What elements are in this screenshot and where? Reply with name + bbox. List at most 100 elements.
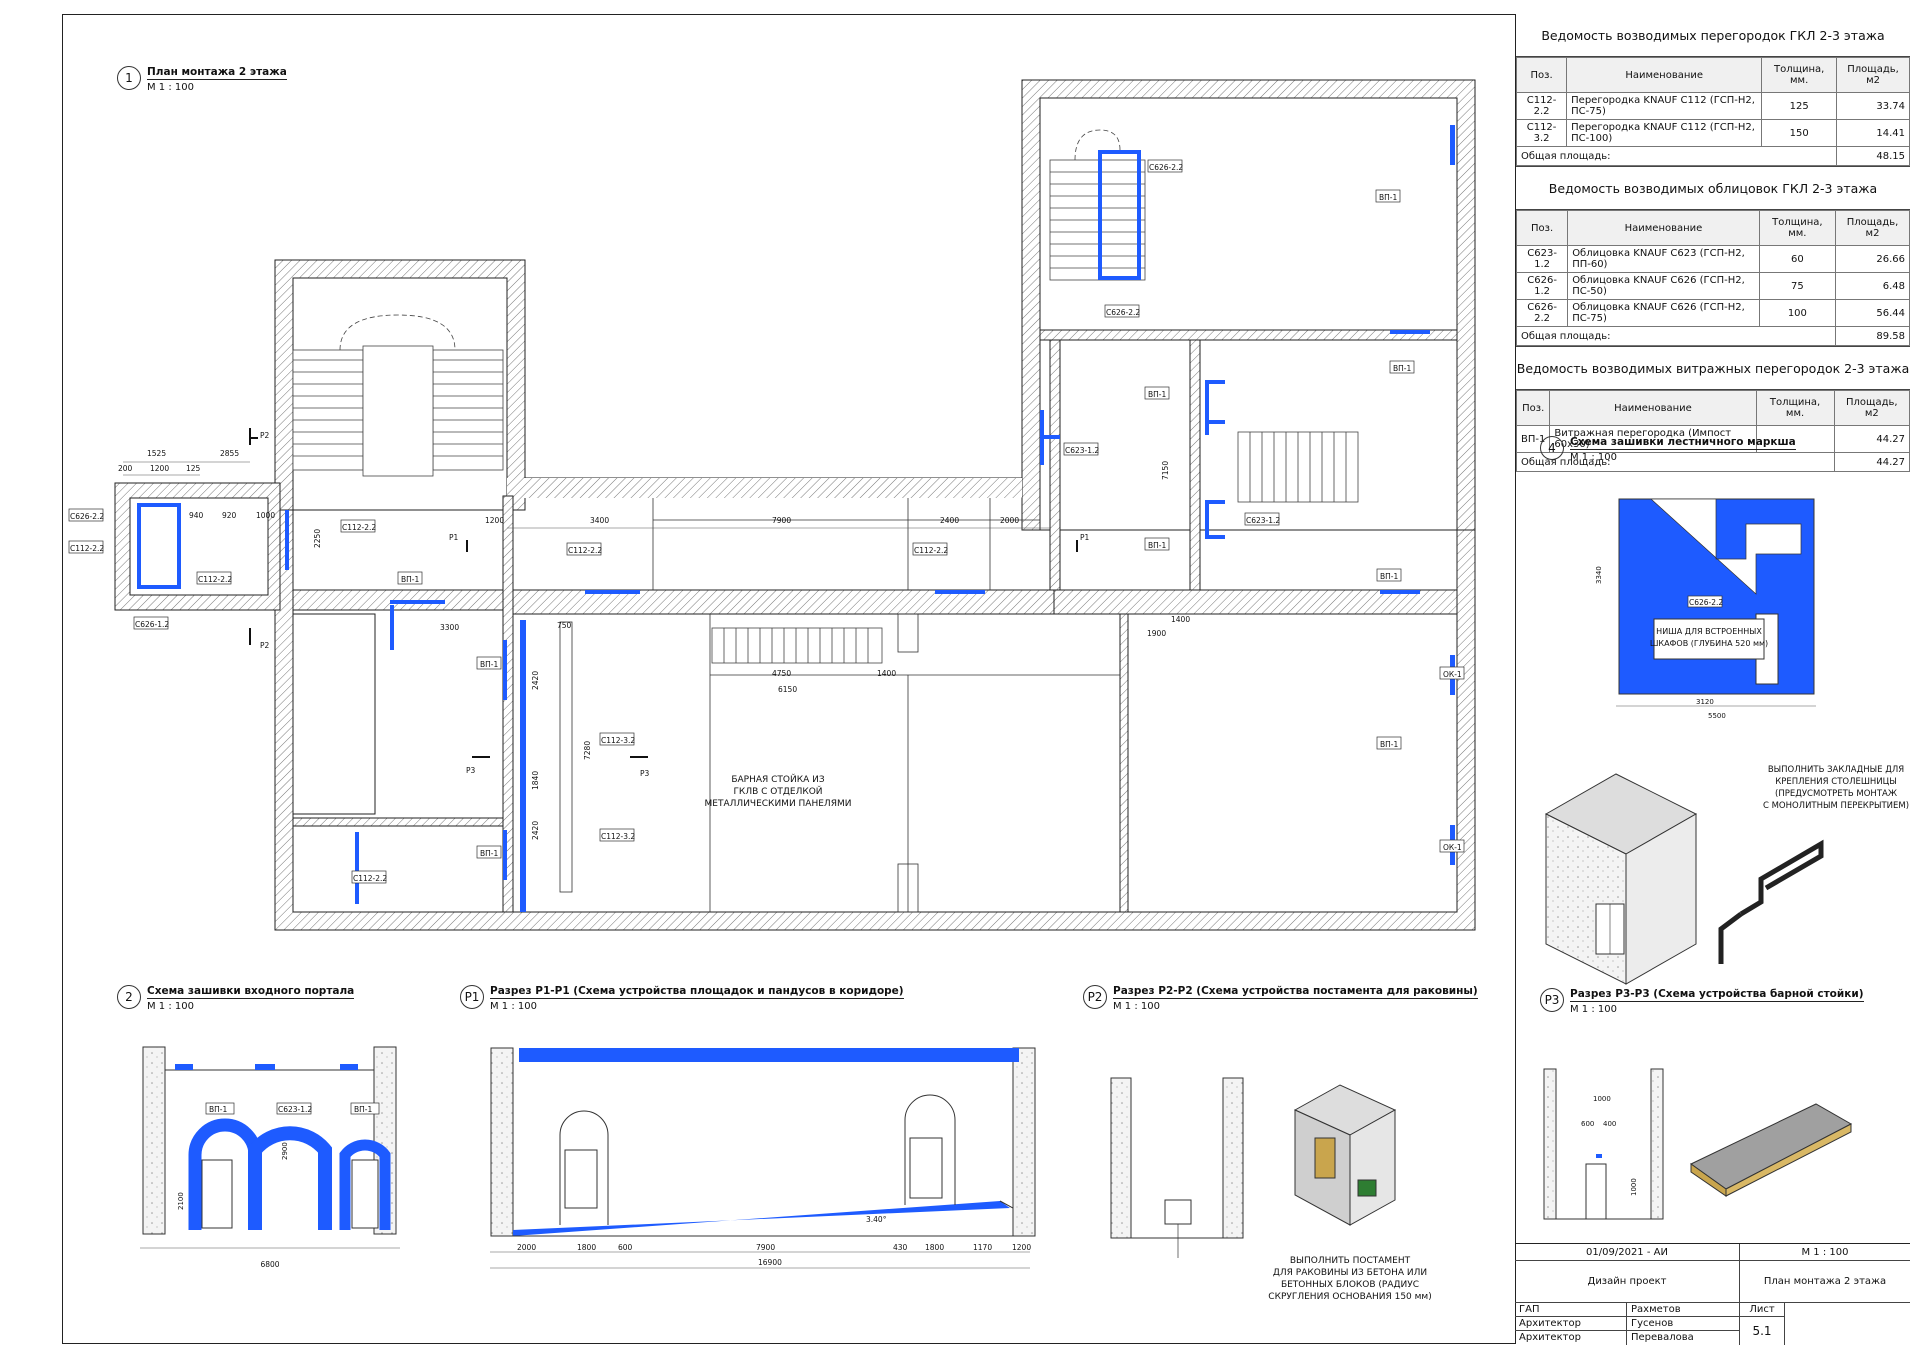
tag-vp1-h: ВП-1 (1380, 740, 1398, 749)
stair-middle (1237, 431, 1359, 503)
dim-2420b: 2420 (531, 821, 540, 840)
tag-c112-32-a: С112-3.2 (601, 736, 635, 745)
p1-dim-c: 600 (618, 1243, 633, 1252)
dim-2400: 2400 (940, 516, 959, 525)
table-row: С626-2.2 Облицовка KNAUF С626 (ГСП-Н2, ПС… (1515, 299, 1911, 327)
dim-7150: 7150 (1161, 461, 1170, 480)
tag-vp1-g: ВП-1 (1380, 572, 1398, 581)
stamp-gap-name: Рахметов (1627, 1303, 1740, 1317)
stamp-arch2-name: Перевалова (1627, 1331, 1740, 1345)
portal-view: 6800 2900 2100 ВП-1 С623-1.2 ВП-1 (140, 1046, 400, 1269)
dim-3400: 3400 (590, 516, 609, 525)
dim-2855: 2855 (220, 449, 239, 458)
panel-drawings: НИША ДЛЯ ВСТРОЕННЫХ ШКАФОВ (ГЛУБИНА 520 … (1543, 498, 1909, 1220)
postament-note: ВЫПОЛНИТЬ ПОСТАМЕНТ ДЛЯ РАКОВИНЫ ИЗ БЕТО… (1268, 1256, 1431, 1302)
stamp-arch2-role: Архитектор (1515, 1331, 1627, 1345)
dim-2250: 2250 (313, 529, 322, 548)
p2-iso (1293, 1084, 1397, 1226)
p1-dim-h: 1200 (1012, 1243, 1031, 1252)
dim-6150: 6150 (778, 685, 797, 694)
view-label-stair: 4 Схема зашивки лестничного маркша М 1 : 1… (1540, 436, 1796, 463)
dim-1000: 1000 (256, 511, 275, 520)
section-mark-p1-b: Р1 (1080, 533, 1090, 542)
tag-ok1-a: ОК-1 (1443, 670, 1462, 679)
dim-1900: 1900 (1147, 629, 1166, 638)
section-p3: 1000 600 400 1000 (1543, 1068, 1853, 1220)
p1-slope: 3.40° (866, 1215, 887, 1224)
section-p1-view: 2000 1800 600 7900 430 1800 1170 1200 16… (490, 1047, 1036, 1269)
tag-c112-22-low: С112-2.2 (353, 874, 387, 883)
table-row: С112-3.2 Перегородка KNAUF С112 (ГСП-Н2, … (1515, 119, 1910, 147)
svg-text:МЕТАЛЛИЧЕСКИМИ ПАНЕЛЯМИ: МЕТАЛЛИЧЕСКИМИ ПАНЕЛЯМИ (705, 799, 852, 809)
section-mark-p2-b: Р2 (260, 641, 270, 650)
tag-c626-12: С626-1.2 (135, 620, 169, 629)
embed-note: ВЫПОЛНИТЬ ЗАКЛАДНЫЕ ДЛЯ КРЕПЛЕНИЯ СТОЛЕШ… (1763, 765, 1909, 811)
stair-tag-c626: С626-2.2 (1689, 598, 1723, 607)
tag-c626-22-top: С626-2.2 (1149, 163, 1183, 172)
p1-dim-b: 1800 (577, 1243, 596, 1252)
dim-3300: 3300 (440, 623, 459, 632)
tag-vp1-f: ВП-1 (1393, 364, 1411, 373)
section-p2-view: ВЫПОЛНИТЬ ПОСТАМЕНТ ДЛЯ РАКОВИНЫ ИЗ БЕТО… (1110, 1077, 1432, 1302)
dim-125: 125 (186, 464, 201, 473)
stamp-project: Дизайн проект (1515, 1261, 1740, 1303)
dim-1200b: 1200 (150, 464, 169, 473)
dim-7900: 7900 (772, 516, 791, 525)
tag-c626-22-bottom: С626-2.2 (1106, 308, 1140, 317)
view-label-p2: Р2 Разрез Р2-Р2 (Схема устройства постаме… (1083, 985, 1478, 1012)
svg-text:ВЫПОЛНИТЬ ЗАКЛАДНЫЕ ДЛЯ: ВЫПОЛНИТЬ ЗАКЛАДНЫЕ ДЛЯ (1768, 765, 1904, 775)
p1-dim-a: 2000 (517, 1243, 536, 1252)
svg-text:БАРНАЯ СТОЙКА ИЗ: БАРНАЯ СТОЙКА ИЗ (731, 773, 825, 785)
view-label-portal: 2 Схема зашивки входного портала М 1 : 100 (117, 985, 355, 1012)
table-row: С112-2.2 Перегородка KNAUF С112 (ГСП-Н2, … (1515, 92, 1910, 120)
stair-corridor (711, 627, 883, 664)
stamp-date: 01/09/2021 - АИ (1515, 1244, 1740, 1261)
dim-4750: 4750 (772, 669, 791, 678)
schedule2-table: Поз. Наименование Толщина, мм. Площадь, м2 … (1515, 210, 1911, 346)
p1-dim-e: 430 (893, 1243, 908, 1252)
table-row: С626-1.2 Облицовка KNAUF С626 (ГСП-Н2, ПС… (1515, 272, 1911, 300)
stamp-arch1-name: Гусенов (1627, 1317, 1740, 1331)
portal-dim-h2: 2100 (177, 1192, 185, 1210)
portal-tag-vp1-a: ВП-1 (209, 1105, 227, 1114)
niche-note-1: НИША ДЛЯ ВСТРОЕННЫХ (1656, 627, 1762, 636)
portal-tag-vp1-b: ВП-1 (354, 1105, 372, 1114)
tag-ok1-b: ОК-1 (1443, 843, 1462, 852)
view-label-p1: Р1 Разрез Р1-Р1 (Схема устройства площадо… (460, 985, 904, 1012)
dim-750: 750 (557, 621, 572, 630)
view-label-plan: 1 План монтажа 2 этажа М 1 : 100 (117, 66, 287, 93)
stair-dim-h: 3340 (1595, 566, 1603, 584)
dim-1200: 1200 (485, 516, 504, 525)
tag-c112-22-wc: С112-2.2 (70, 544, 104, 553)
tag-vp1-c: ВП-1 (1148, 390, 1166, 399)
tag-c112-32-b: С112-3.2 (601, 832, 635, 841)
svg-text:(ПРЕДУСМОТРЕТЬ МОНТАЖ: (ПРЕДУСМОТРЕТЬ МОНТАЖ (1775, 789, 1897, 799)
tag-vp1-a: ВП-1 (480, 660, 498, 669)
stamp-gap-role: ГАП (1515, 1303, 1627, 1317)
table-total: Общая площадь: 48.15 (1515, 146, 1910, 166)
tag-c623-12-b: С623-1.2 (1246, 516, 1280, 525)
tag-vp1-e: ВП-1 (1379, 193, 1397, 202)
stair-dim-total: 5500 (1708, 712, 1726, 720)
tag-vp1-d: ВП-1 (1148, 541, 1166, 550)
schedule1-title: Ведомость возводимых перегородок ГКЛ 2-3… (1516, 14, 1910, 57)
tag-c623-12: С623-1.2 (1065, 446, 1099, 455)
stair-scheme: НИША ДЛЯ ВСТРОЕННЫХ ШКАФОВ (ГЛУБИНА 520 … (1595, 498, 1816, 720)
dim-1400: 1400 (877, 669, 896, 678)
title-block: 01/09/2021 - АИ М 1 : 100 Дизайн проект … (1515, 1243, 1910, 1345)
p1-dim-total: 16900 (758, 1258, 782, 1267)
svg-text:С МОНОЛИТНЫМ ПЕРЕКРЫТИЕМ): С МОНОЛИТНЫМ ПЕРЕКРЫТИЕМ) (1763, 801, 1909, 811)
tag-c112-22-corr: С112-2.2 (568, 546, 602, 555)
p1-dim-d: 7900 (756, 1243, 775, 1252)
schedule1-table: Поз. Наименование Толщина, мм. Площадь, м2 … (1515, 57, 1910, 166)
section-mark-p3-b: Р3 (640, 769, 650, 778)
svg-text:ГКЛВ С ОТДЕЛКОЙ: ГКЛВ С ОТДЕЛКОЙ (733, 785, 822, 797)
stamp-arch1-role: Архитектор (1515, 1317, 1627, 1331)
dim-940: 940 (189, 511, 204, 520)
niche-note-2: ШКАФОВ (ГЛУБИНА 520 мм) (1650, 639, 1768, 648)
tag-vp1-b: ВП-1 (480, 849, 498, 858)
stamp-sheet-label: Лист (1740, 1303, 1785, 1317)
dim-200: 200 (118, 464, 133, 473)
floor-plan-drawing: С626-2.2 С112-2.2 С626-1.2 С112-2.2 С112… (68, 79, 1476, 1302)
stamp-sheet-name: План монтажа 2 этажа (1740, 1261, 1910, 1303)
